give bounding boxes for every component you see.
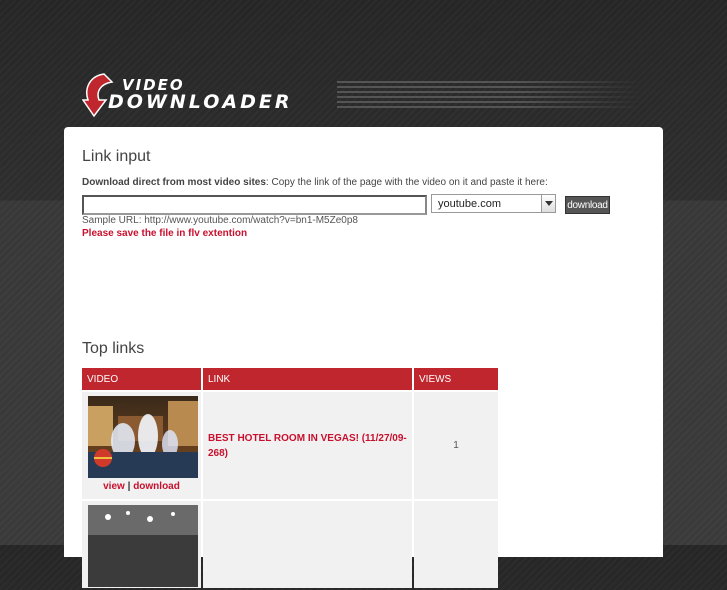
instructions: Download direct from most video sites: C… — [82, 177, 548, 188]
site-logo[interactable]: VIDEO DOWNLOADER — [82, 72, 642, 122]
site-select-dropdown-button[interactable] — [541, 195, 555, 212]
site-select-value: youtube.com — [438, 198, 501, 210]
video-title-link[interactable]: BEST HOTEL ROOM IN VEGAS! (11/27/09-268) — [208, 433, 407, 459]
table-header-row: VIDEO LINK VIEWS — [82, 368, 498, 390]
top-links-heading: Top links — [82, 340, 145, 357]
table-row: view | download BEST HOTEL ROOM IN VEGAS… — [82, 392, 498, 499]
chevron-down-icon — [545, 201, 553, 206]
action-separator: | — [127, 481, 131, 492]
download-link[interactable]: download — [133, 481, 180, 492]
top-links-table: VIDEO LINK VIEWS view | download BEST HO… — [80, 366, 500, 590]
link-cell: BEST HOTEL ROOM IN VEGAS! (11/27/09-268) — [203, 392, 412, 499]
site-select[interactable]: youtube.com — [431, 194, 556, 213]
video-thumbnail-vegas[interactable] — [88, 396, 198, 478]
logo-text-downloader: DOWNLOADER — [108, 91, 293, 113]
video-thumbnail-second[interactable] — [88, 505, 198, 587]
column-header-link: LINK — [203, 368, 412, 390]
instructions-bold: Download direct from most video sites — [82, 177, 266, 188]
download-button[interactable]: download — [565, 196, 610, 214]
video-cell: view | download — [82, 392, 201, 499]
logo-stripes — [337, 81, 642, 111]
link-input-heading: Link input — [82, 148, 151, 165]
instructions-text: : Copy the link of the page with the vid… — [265, 177, 548, 188]
column-header-video: VIDEO — [82, 368, 201, 390]
view-link[interactable]: view — [103, 481, 125, 492]
video-actions: view | download — [83, 478, 200, 498]
sample-url: Sample URL: http://www.youtube.com/watch… — [82, 215, 358, 226]
video-url-input[interactable] — [82, 195, 427, 215]
views-count: 1 — [414, 392, 498, 499]
column-header-views: VIEWS — [414, 368, 498, 390]
flv-warning: Please save the file in flv extention — [82, 228, 248, 239]
